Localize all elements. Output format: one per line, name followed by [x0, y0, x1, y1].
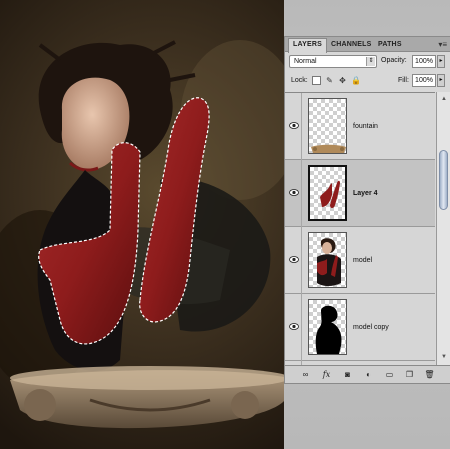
layer-name: fountain [353, 123, 378, 130]
layer-row-layer-4[interactable]: Layer 4 [285, 160, 435, 227]
tab-layers[interactable]: LAYERS [288, 38, 327, 53]
opacity-label: Opacity: [381, 57, 407, 64]
fill-dropdown-icon[interactable]: ▸ [437, 74, 445, 87]
layers-panel: LAYERS CHANNELS PATHS ▾≡ Normal ⇕ Opacit… [284, 36, 450, 384]
lock-all-icon[interactable]: 🔒 [351, 76, 361, 85]
opacity-dropdown-icon[interactable]: ▸ [437, 55, 445, 68]
eye-icon [289, 256, 299, 263]
eye-icon [289, 189, 299, 196]
panel-menu-icon[interactable]: ▾≡ [438, 40, 447, 49]
layer-row-fountain[interactable]: fountain [285, 93, 435, 160]
group-icon[interactable]: ▭ [384, 370, 395, 380]
fill-field[interactable]: 100% [412, 74, 436, 87]
tab-channels[interactable]: CHANNELS [327, 39, 376, 52]
layer-thumbnail-layer-4 [308, 165, 347, 221]
scrollbar-thumb[interactable] [439, 150, 448, 210]
lock-row: Lock: ✎ ✥ 🔒 Fill: 100% ▸ [288, 74, 446, 88]
layer-name: model [353, 257, 373, 264]
trash-icon[interactable]: 🗑 [424, 370, 435, 380]
eye-icon [289, 323, 299, 330]
lock-transparency-icon[interactable] [312, 76, 321, 85]
lock-position-icon[interactable]: ✥ [338, 76, 347, 85]
visibility-toggle[interactable] [285, 160, 302, 227]
layer-list-scrollbar[interactable]: ▲ ▼ [436, 92, 450, 365]
blend-row: Normal ⇕ Opacity: 100% ▸ [288, 55, 446, 69]
fill-label: Fill: [398, 77, 409, 84]
layer-thumbnail-model-copy [308, 299, 347, 355]
panel-tab-bar: LAYERS CHANNELS PATHS ▾≡ [285, 37, 450, 53]
panel-bottom-toolbar: ∞ fx ◙ ◐ ▭ ❐ 🗑 [285, 365, 450, 383]
blend-mode-value: Normal [294, 58, 317, 65]
blend-chevron-icon: ⇕ [366, 57, 375, 66]
scroll-down-icon[interactable]: ▼ [440, 353, 448, 361]
layer-thumbnail-fountain [308, 98, 347, 154]
mask-icon[interactable]: ◙ [342, 370, 353, 380]
eye-icon [289, 122, 299, 129]
blend-mode-select[interactable]: Normal ⇕ [289, 55, 377, 68]
model-thumb [317, 238, 341, 286]
fountain-ornament-left [24, 389, 56, 421]
visibility-toggle[interactable] [285, 294, 302, 361]
opacity-field[interactable]: 100% [412, 55, 436, 68]
layer-name: Layer 4 [353, 190, 378, 197]
fx-icon[interactable]: fx [321, 370, 332, 380]
silhouette-thumb [315, 305, 342, 354]
lock-label: Lock: [291, 77, 308, 84]
layer-row-model-copy[interactable]: model copy [285, 294, 435, 361]
adjustment-icon[interactable]: ◐ [363, 370, 374, 380]
new-layer-icon[interactable]: ❐ [404, 370, 415, 380]
visibility-toggle[interactable] [285, 93, 302, 160]
layer-name: model copy [353, 324, 389, 331]
layer-list: fountain Layer 4 model model copy [285, 92, 435, 365]
fountain-thumb [311, 144, 346, 153]
link-icon[interactable]: ∞ [300, 370, 311, 380]
fountain-ornament-right [231, 391, 259, 419]
layer-thumbnail-model [308, 232, 347, 288]
scroll-up-icon[interactable]: ▲ [440, 95, 448, 103]
lock-pixels-icon[interactable]: ✎ [325, 76, 334, 85]
tab-paths[interactable]: PATHS [374, 39, 406, 52]
gloves-thumb [320, 180, 340, 208]
layer-row-model[interactable]: model [285, 227, 435, 294]
visibility-toggle[interactable] [285, 227, 302, 294]
